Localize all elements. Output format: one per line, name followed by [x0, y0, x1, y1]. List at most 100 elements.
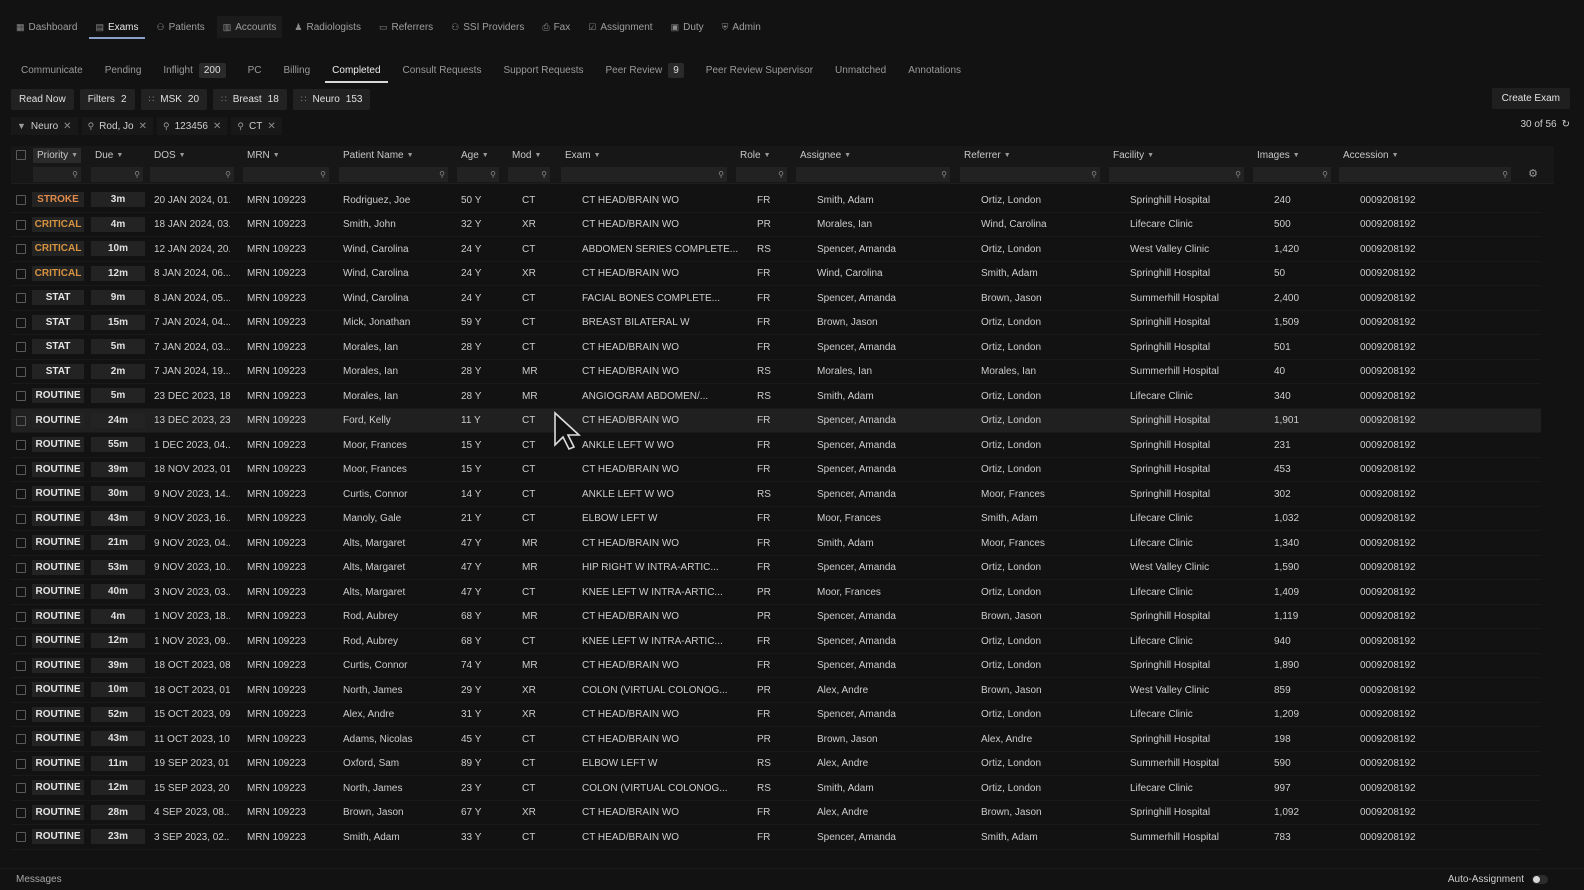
row-checkbox[interactable] — [16, 587, 26, 597]
tab-annotations[interactable]: Annotations — [901, 59, 968, 81]
column-header-images[interactable]: Images ▼ — [1253, 148, 1331, 163]
chip-read-now[interactable]: Read Now — [11, 88, 74, 110]
messages-link[interactable]: Messages — [16, 874, 62, 885]
row-checkbox[interactable] — [16, 219, 26, 230]
tab-pending[interactable]: Pending — [98, 59, 149, 81]
column-filter-input[interactable]: ⚲ — [150, 167, 234, 182]
nav-duty[interactable]: ▣ Duty — [665, 16, 710, 38]
column-filter-input[interactable]: ⚲ — [796, 167, 950, 182]
auto-assignment-toggle[interactable] — [1532, 875, 1548, 884]
nav-patients[interactable]: ⚇ Patients — [151, 16, 211, 38]
row-checkbox[interactable] — [16, 195, 26, 205]
nav-dashboard[interactable]: ▦ Dashboard — [10, 16, 83, 38]
column-filter-input[interactable]: ⚲ — [91, 167, 143, 182]
column-filter-input[interactable]: ⚲ — [33, 167, 81, 182]
tab-completed[interactable]: Completed — [325, 59, 388, 83]
table-row[interactable]: CRITICAL 10m 12 JAN 2024, 20... MRN 109223 W… — [11, 237, 1541, 262]
table-row[interactable]: ROUTINE 11m 19 SEP 2023, 01... MRN 109223 Ox… — [11, 752, 1541, 776]
row-checkbox[interactable] — [16, 636, 26, 646]
row-checkbox[interactable] — [16, 464, 26, 475]
row-checkbox[interactable] — [16, 660, 26, 671]
column-filter-input[interactable]: ⚲ — [1109, 167, 1244, 182]
table-row[interactable]: ROUTINE 21m 9 NOV 2023, 04... MRN 109223 Alt… — [11, 531, 1541, 556]
table-row[interactable]: ROUTINE 12m 1 NOV 2023, 09... MRN 109223 Rod… — [11, 629, 1541, 654]
tab-peer-review-supervisor[interactable]: Peer Review Supervisor — [699, 59, 820, 81]
nav-radiologists[interactable]: ♟ Radiologists — [288, 16, 367, 38]
row-checkbox[interactable] — [16, 783, 26, 793]
row-checkbox[interactable] — [16, 807, 26, 818]
table-row[interactable]: ROUTINE 12m 15 SEP 2023, 20... MRN 109223 No… — [11, 776, 1541, 801]
column-header-role[interactable]: Role ▼ — [736, 148, 787, 163]
table-row[interactable]: ROUTINE 30m 9 NOV 2023, 14... MRN 109223 Cur… — [11, 482, 1541, 507]
column-header-referrer[interactable]: Referrer ▼ — [960, 148, 1100, 163]
column-filter-input[interactable]: ⚲ — [736, 167, 787, 182]
table-row[interactable]: STAT 15m 7 JAN 2024, 04... MRN 109223 Mick, … — [11, 311, 1541, 335]
nav-accounts[interactable]: ▥ Accounts — [216, 16, 283, 38]
column-header-patient-name[interactable]: Patient Name ▼ — [339, 148, 448, 163]
chip-neuro[interactable]: ∷ Neuro 153 — [292, 88, 371, 110]
table-row[interactable]: ROUTINE 28m 4 SEP 2023, 08... MRN 109223 Bro… — [11, 801, 1541, 825]
row-checkbox[interactable] — [16, 734, 26, 744]
row-checkbox[interactable] — [16, 293, 26, 303]
tab-consult-requests[interactable]: Consult Requests — [396, 59, 489, 81]
row-checkbox[interactable] — [16, 489, 26, 499]
nav-fax[interactable]: ⎙ Fax — [536, 16, 576, 38]
nav-exams[interactable]: ▤ Exams — [89, 16, 145, 39]
column-filter-input[interactable]: ⚲ — [508, 167, 550, 182]
table-row[interactable]: CRITICAL 12m 8 JAN 2024, 06... MRN 109223 Wi… — [11, 262, 1541, 286]
table-row[interactable]: ROUTINE 43m 11 OCT 2023, 10... MRN 109223 Ad… — [11, 727, 1541, 752]
column-header-priority[interactable]: Priority ▼ — [33, 148, 81, 163]
table-row[interactable]: STAT 5m 7 JAN 2024, 03... MRN 109223 Morales… — [11, 335, 1541, 360]
row-checkbox[interactable] — [16, 342, 26, 352]
column-filter-input[interactable]: ⚲ — [960, 167, 1100, 182]
table-row[interactable]: ROUTINE 4m 1 NOV 2023, 18... MRN 109223 Rod,… — [11, 605, 1541, 629]
row-checkbox[interactable] — [16, 685, 26, 695]
chip-filters[interactable]: Filters 2 — [79, 88, 135, 110]
row-checkbox[interactable] — [16, 366, 26, 377]
table-row[interactable]: ROUTINE 39m 18 NOV 2023, 01... MRN 109223 Mo… — [11, 458, 1541, 482]
column-header-accession[interactable]: Accession ▼ — [1339, 148, 1511, 163]
table-row[interactable]: CRITICAL 4m 18 JAN 2024, 03... MRN 109223 Sm… — [11, 213, 1541, 237]
table-row[interactable]: STROKE 3m 20 JAN 2024, 01... MRN 109223 Rodr… — [11, 188, 1541, 213]
nav-ssi-providers[interactable]: ⚇ SSI Providers — [445, 16, 530, 38]
chip-breast[interactable]: ∷ Breast 18 — [213, 88, 287, 110]
column-header-assignee[interactable]: Assignee ▼ — [796, 148, 950, 163]
row-checkbox[interactable] — [16, 268, 26, 279]
column-filter-input[interactable]: ⚲ — [1253, 167, 1331, 182]
column-header-exam[interactable]: Exam ▼ — [561, 148, 727, 163]
row-checkbox[interactable] — [16, 562, 26, 573]
table-row[interactable]: STAT 9m 8 JAN 2024, 05... MRN 109223 Wind, C… — [11, 286, 1541, 311]
select-all-checkbox[interactable] — [16, 150, 26, 160]
tab-communicate[interactable]: Communicate — [14, 59, 90, 81]
column-header-due[interactable]: Due ▼ — [91, 148, 143, 163]
column-header-facility[interactable]: Facility ▼ — [1109, 148, 1244, 163]
remove-filter-icon[interactable]: ✕ — [267, 121, 275, 132]
nav-admin[interactable]: ⛨ Admin — [716, 16, 767, 38]
chip-msk[interactable]: ∷ MSK 20 — [140, 88, 208, 110]
remove-filter-icon[interactable]: ✕ — [139, 121, 147, 132]
tab-inflight[interactable]: Inflight 200 — [156, 59, 232, 81]
table-row[interactable]: ROUTINE 55m 1 DEC 2023, 04... MRN 109223 Moo… — [11, 433, 1541, 458]
table-row[interactable]: ROUTINE 39m 18 OCT 2023, 08... MRN 109223 Cu… — [11, 654, 1541, 678]
row-checkbox[interactable] — [16, 611, 26, 622]
column-header-mrn[interactable]: MRN ▼ — [243, 148, 329, 163]
row-checkbox[interactable] — [16, 709, 26, 720]
tab-unmatched[interactable]: Unmatched — [828, 59, 893, 81]
table-row[interactable]: STAT 2m 7 JAN 2024, 19... MRN 109223 Morales… — [11, 360, 1541, 384]
row-checkbox[interactable] — [16, 244, 26, 254]
table-row[interactable]: ROUTINE 10m 18 OCT 2023, 01... MRN 109223 No… — [11, 678, 1541, 703]
row-checkbox[interactable] — [16, 538, 26, 548]
column-filter-input[interactable]: ⚲ — [457, 167, 499, 182]
nav-assignment[interactable]: ☑ Assignment — [582, 16, 658, 38]
column-header-dos[interactable]: DOS ▼ — [150, 148, 234, 163]
row-checkbox[interactable] — [16, 513, 26, 524]
column-filter-input[interactable]: ⚲ — [1339, 167, 1511, 182]
table-row[interactable]: ROUTINE 53m 9 NOV 2023, 10... MRN 109223 Alt… — [11, 556, 1541, 580]
row-checkbox[interactable] — [16, 758, 26, 769]
create-exam-button[interactable]: Create Exam — [1491, 88, 1570, 109]
table-row[interactable]: ROUTINE 23m 3 SEP 2023, 02... MRN 109223 Smi… — [11, 825, 1541, 850]
remove-filter-icon[interactable]: ✕ — [213, 121, 221, 132]
column-filter-input[interactable]: ⚲ — [561, 167, 727, 182]
tab-billing[interactable]: Billing — [276, 59, 317, 81]
column-filter-input[interactable]: ⚲ — [243, 167, 329, 182]
